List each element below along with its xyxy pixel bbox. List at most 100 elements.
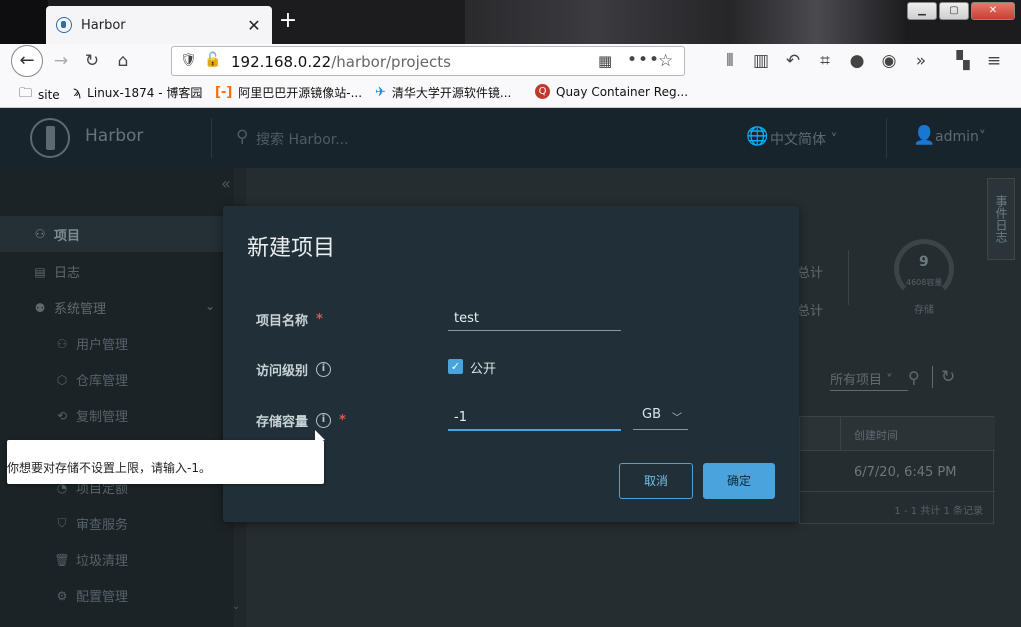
gauge-value: 9 xyxy=(919,254,929,270)
column-header-created[interactable]: 创建时间 xyxy=(854,427,898,443)
sidebar-item-gc[interactable]: 🗑 垃圾清理 xyxy=(54,550,129,570)
filter-label: 所有项目 xyxy=(830,373,883,388)
reload-button[interactable]: ↻ xyxy=(81,50,103,72)
sidebar-item-label: 审查服务 xyxy=(76,518,129,533)
menu-icon[interactable]: ≡ xyxy=(983,50,1005,72)
sidebar-item-label: 垃圾清理 xyxy=(76,554,129,569)
table-footer: 1 - 1 共计 1 条记录 xyxy=(800,491,995,524)
info-icon[interactable]: i xyxy=(316,362,332,377)
browser-nav-bar: ← → ↻ ⌂ 🛡 🔓 192.168.0.22/harbor/projects… xyxy=(0,44,1021,78)
overflow-chevron-icon[interactable]: » xyxy=(910,50,932,72)
ok-button[interactable]: 确定 xyxy=(703,463,775,499)
library-icon[interactable]: ⫴ xyxy=(719,50,741,72)
url-path: /harbor/projects xyxy=(331,53,451,71)
tab-bar-left-bg xyxy=(0,0,48,44)
addons-icon[interactable]: ▚ xyxy=(952,50,974,72)
tooltip-text: 你想要对存储不设置上限，请输入-1。 xyxy=(7,461,211,475)
cube-icon: ⬡ xyxy=(56,372,68,387)
collapse-sidebar-icon[interactable]: « xyxy=(221,174,231,193)
public-checkbox[interactable]: ✓ xyxy=(448,359,463,374)
sidebar-item-label: 系统管理 xyxy=(54,302,107,317)
sidebar-item-config[interactable]: ⚙ 配置管理 xyxy=(54,586,128,606)
globe-icon[interactable]: 🌐 xyxy=(746,126,768,147)
scroll-down-chevron-icon[interactable]: ⌄ xyxy=(232,601,240,612)
info-icon[interactable]: i xyxy=(316,413,332,428)
global-search-input[interactable]: 搜索 Harbor... xyxy=(256,129,349,149)
shield-icon: ⛉ xyxy=(57,516,67,530)
quota-unit-select[interactable]: GB ﹀ xyxy=(633,407,688,430)
back-button[interactable]: ← xyxy=(11,45,43,77)
header-divider xyxy=(886,118,887,158)
sidebar-item-logs[interactable]: ▤ 日志 xyxy=(32,262,81,282)
gauge-caption: 4608容量 xyxy=(906,278,943,287)
trash-icon: 🗑 xyxy=(54,552,70,567)
stat-total-1: 总计 xyxy=(797,266,824,281)
account-icon[interactable]: ◉ xyxy=(878,50,900,72)
sidebar-item-replications[interactable]: ⟲ 复制管理 xyxy=(54,406,128,426)
bookmark-quay[interactable]: Q Quay Container Reg... xyxy=(535,84,688,99)
bookmark-tsinghua[interactable]: ✈ 清华大学开源软件镜... xyxy=(375,84,511,101)
bookmark-label: Quay Container Reg... xyxy=(556,84,689,99)
access-level-label-text: 访问级别 xyxy=(256,364,309,379)
event-log-tab[interactable]: 事件日志 xyxy=(987,178,1015,260)
bookmark-label: 清华大学开源软件镜... xyxy=(391,86,512,100)
filter-divider xyxy=(932,366,933,388)
project-name-input[interactable] xyxy=(448,306,621,331)
projects-icon: ⚇ xyxy=(34,227,46,241)
search-icon[interactable]: ⚲ xyxy=(236,127,248,147)
bookmark-cnblogs[interactable]: ϡ Linux-1874 - 博客园 xyxy=(73,84,202,101)
url-text[interactable]: 192.168.0.22/harbor/projects xyxy=(231,53,451,71)
bookmark-site[interactable]: 🗀 site xyxy=(19,84,60,106)
screenshot-crop-icon[interactable]: ⌗ xyxy=(814,50,836,72)
maximize-button[interactable]: ▢ xyxy=(939,2,969,20)
quay-icon: Q xyxy=(535,84,550,99)
home-button[interactable]: ⌂ xyxy=(112,50,134,72)
language-label: 中文简体 xyxy=(770,132,826,148)
sidebar-item-scanners[interactable]: ⛉ 审查服务 xyxy=(54,514,128,533)
bookmark-aliyun[interactable]: [-] 阿里巴巴开源镜像站-... xyxy=(215,84,362,101)
sidebar-item-label: 日志 xyxy=(54,266,81,281)
projects-table: 创建时间 6/7/20, 6:45 PM 1 - 1 共计 1 条记录 xyxy=(799,416,995,524)
sidebar-item-registries[interactable]: ⬡ 仓库管理 xyxy=(54,370,129,390)
browser-tab-harbor[interactable]: Harbor ✕ xyxy=(46,6,272,44)
insecure-lock-icon[interactable]: 🔓 xyxy=(204,52,221,68)
qr-code-icon[interactable]: ▦ xyxy=(598,52,612,70)
language-selector[interactable]: 中文简体 ˅ xyxy=(770,129,837,149)
search-icon[interactable]: ⚲ xyxy=(908,368,920,387)
page-actions-icon[interactable]: ••• xyxy=(627,50,660,70)
close-window-button[interactable]: ✕ xyxy=(971,2,1015,20)
bookmark-star-icon[interactable]: ☆ xyxy=(658,51,673,71)
app-header: Harbor ⚲ 搜索 Harbor... 🌐 中文简体 ˅ 👤 admin˅ xyxy=(0,108,1021,168)
close-tab-icon[interactable]: ✕ xyxy=(246,16,262,35)
user-icon[interactable]: 👤 xyxy=(913,125,935,146)
window-controls: ▁ ▢ ✕ xyxy=(907,2,1015,20)
sidebar-icon[interactable]: ▥ xyxy=(750,50,772,72)
access-level-label: 访问级别 i xyxy=(256,360,332,379)
user-menu[interactable]: admin˅ xyxy=(935,129,986,145)
shield-icon[interactable]: 🛡 xyxy=(180,53,197,68)
dialog-title: 新建项目 xyxy=(247,236,336,261)
admin-icon: ⚉ xyxy=(34,300,46,315)
sidebar-item-admin[interactable]: ⚉ 系统管理 xyxy=(32,298,107,318)
column-divider xyxy=(840,417,841,451)
undo-icon[interactable]: ↶ xyxy=(782,50,804,72)
sidebar-item-projects[interactable]: ⚇ 项目 xyxy=(0,216,234,252)
url-bar[interactable]: 🛡 🔓 192.168.0.22/harbor/projects ▦ ••• ☆ xyxy=(171,46,685,76)
extension-icon[interactable]: ● xyxy=(846,50,868,72)
sidebar-item-users[interactable]: ⚇ 用户管理 xyxy=(54,334,128,354)
tab-title: Harbor xyxy=(81,17,126,33)
sidebar-item-label: 仓库管理 xyxy=(76,374,129,389)
tsinghua-icon: ✈ xyxy=(375,85,386,100)
new-tab-button[interactable]: + xyxy=(276,8,300,36)
refresh-icon[interactable]: ↻ xyxy=(941,367,955,387)
table-header: 创建时间 xyxy=(800,417,995,451)
forward-button[interactable]: → xyxy=(50,50,72,72)
project-filter-select[interactable]: 所有项目 ˅ xyxy=(830,369,908,391)
cancel-button[interactable]: 取消 xyxy=(619,463,693,499)
table-cell-created: 6/7/20, 6:45 PM xyxy=(854,465,957,480)
storage-quota-input[interactable] xyxy=(448,406,621,431)
public-checkbox-label[interactable]: 公开 xyxy=(470,358,496,377)
minimize-button[interactable]: ▁ xyxy=(907,2,937,20)
logs-icon: ▤ xyxy=(34,264,46,279)
chevron-down-icon[interactable]: ⌄ xyxy=(205,299,215,313)
